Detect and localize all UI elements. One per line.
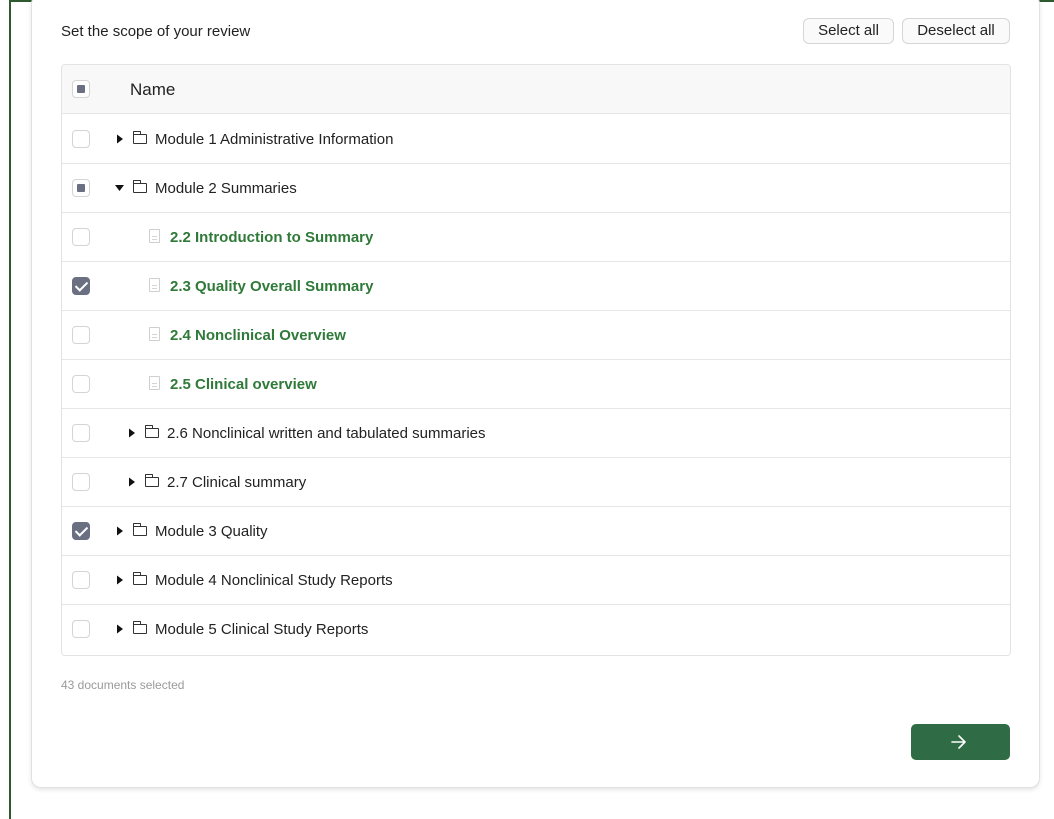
select-all-checkbox[interactable]	[72, 80, 90, 98]
folder-label: Module 1 Administrative Information	[155, 131, 394, 148]
folder-icon	[133, 621, 147, 634]
document-icon	[149, 327, 160, 341]
row-checkbox[interactable]	[72, 571, 90, 589]
selected-count: 43 documents selected	[61, 678, 185, 692]
document-link[interactable]: 2.5 Clinical overview	[170, 376, 317, 393]
row-checkbox[interactable]	[72, 179, 90, 197]
row-checkbox[interactable]	[72, 473, 90, 491]
tree-document-row[interactable]: 2.3 Quality Overall Summary	[62, 262, 1010, 311]
document-icon	[149, 278, 160, 292]
caret-down-icon[interactable]	[114, 181, 126, 195]
scope-title: Set the scope of your review	[61, 23, 251, 40]
folder-label: Module 3 Quality	[155, 523, 268, 540]
document-icon	[149, 229, 160, 243]
caret-right-icon[interactable]	[114, 573, 126, 587]
folder-icon	[133, 572, 147, 585]
name-column-header: Name	[130, 80, 176, 99]
tree-folder-row[interactable]: 2.6 Nonclinical written and tabulated su…	[62, 409, 1010, 458]
row-checkbox[interactable]	[72, 424, 90, 442]
folder-label: 2.7 Clinical summary	[167, 474, 307, 491]
document-tree-table: Name Module 1 Administrative Information…	[61, 64, 1011, 656]
row-checkbox[interactable]	[72, 228, 90, 246]
next-button[interactable]	[911, 724, 1010, 760]
table-header-row: Name	[62, 65, 1010, 114]
document-link[interactable]: 2.4 Nonclinical Overview	[170, 327, 346, 344]
tree-document-row[interactable]: 2.5 Clinical overview	[62, 360, 1010, 409]
folder-label: Module 4 Nonclinical Study Reports	[155, 572, 393, 589]
document-icon	[149, 376, 160, 390]
row-checkbox[interactable]	[72, 130, 90, 148]
caret-right-icon[interactable]	[114, 524, 126, 538]
row-checkbox[interactable]	[72, 522, 90, 540]
folder-label: Module 5 Clinical Study Reports	[155, 621, 369, 638]
select-all-button[interactable]: Select all	[803, 18, 894, 44]
folder-label: 2.6 Nonclinical written and tabulated su…	[167, 425, 486, 442]
caret-right-icon[interactable]	[126, 426, 138, 440]
tree-folder-row[interactable]: Module 4 Nonclinical Study Reports	[62, 556, 1010, 605]
document-link[interactable]: 2.3 Quality Overall Summary	[170, 278, 373, 295]
folder-icon	[133, 523, 147, 536]
row-checkbox[interactable]	[72, 620, 90, 638]
deselect-all-button[interactable]: Deselect all	[902, 18, 1010, 44]
row-checkbox[interactable]	[72, 326, 90, 344]
tree-folder-row[interactable]: Module 2 Summaries	[62, 164, 1010, 213]
tree-document-row[interactable]: 2.4 Nonclinical Overview	[62, 311, 1010, 360]
arrow-right-icon	[951, 735, 966, 749]
folder-icon	[145, 474, 159, 487]
document-link[interactable]: 2.2 Introduction to Summary	[170, 229, 373, 246]
tree-folder-row[interactable]: 2.7 Clinical summary	[62, 458, 1010, 507]
folder-label: Module 2 Summaries	[155, 180, 297, 197]
folder-icon	[145, 425, 159, 438]
caret-right-icon[interactable]	[114, 622, 126, 636]
tree-folder-row[interactable]: Module 1 Administrative Information	[62, 115, 1010, 164]
folder-icon	[133, 131, 147, 144]
folder-icon	[133, 180, 147, 193]
caret-right-icon[interactable]	[114, 132, 126, 146]
tree-document-row[interactable]: 2.2 Introduction to Summary	[62, 213, 1010, 262]
caret-right-icon[interactable]	[126, 475, 138, 489]
row-checkbox[interactable]	[72, 277, 90, 295]
tree-folder-row[interactable]: Module 5 Clinical Study Reports	[62, 605, 1010, 654]
tree-folder-row[interactable]: Module 3 Quality	[62, 507, 1010, 556]
row-checkbox[interactable]	[72, 375, 90, 393]
